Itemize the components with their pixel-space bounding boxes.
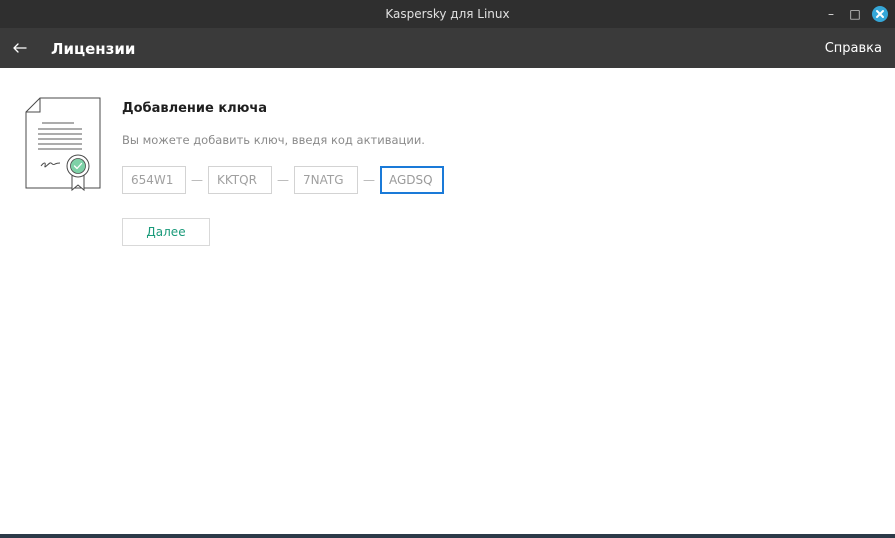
maximize-button[interactable]: □ xyxy=(846,5,864,23)
page-title: Лицензии xyxy=(51,40,136,58)
activation-code-field-3[interactable] xyxy=(294,166,358,194)
arrow-left-icon[interactable] xyxy=(12,40,28,56)
section-description: Вы можете добавить ключ, введя код актив… xyxy=(122,133,425,147)
activation-code-field-4[interactable] xyxy=(380,166,444,194)
desktop-taskbar-edge xyxy=(0,534,895,538)
title-bar: Kaspersky для Linux – □ xyxy=(0,0,895,28)
activation-code-field-2[interactable] xyxy=(208,166,272,194)
key-separator: — xyxy=(277,173,289,187)
next-button[interactable]: Далее xyxy=(122,218,210,246)
key-separator: — xyxy=(191,173,203,187)
close-icon xyxy=(876,10,884,18)
key-separator: — xyxy=(363,173,375,187)
minimize-button[interactable]: – xyxy=(822,5,840,23)
app-header: Лицензии Справка xyxy=(0,28,895,68)
help-link[interactable]: Справка xyxy=(825,28,882,68)
license-document-icon xyxy=(25,97,101,192)
close-button[interactable] xyxy=(872,6,888,22)
activation-code-field-1[interactable] xyxy=(122,166,186,194)
section-title: Добавление ключа xyxy=(122,101,268,116)
app-window: Kaspersky для Linux – □ Лицензии Справка xyxy=(0,0,895,538)
window-title: Kaspersky для Linux xyxy=(385,7,510,21)
